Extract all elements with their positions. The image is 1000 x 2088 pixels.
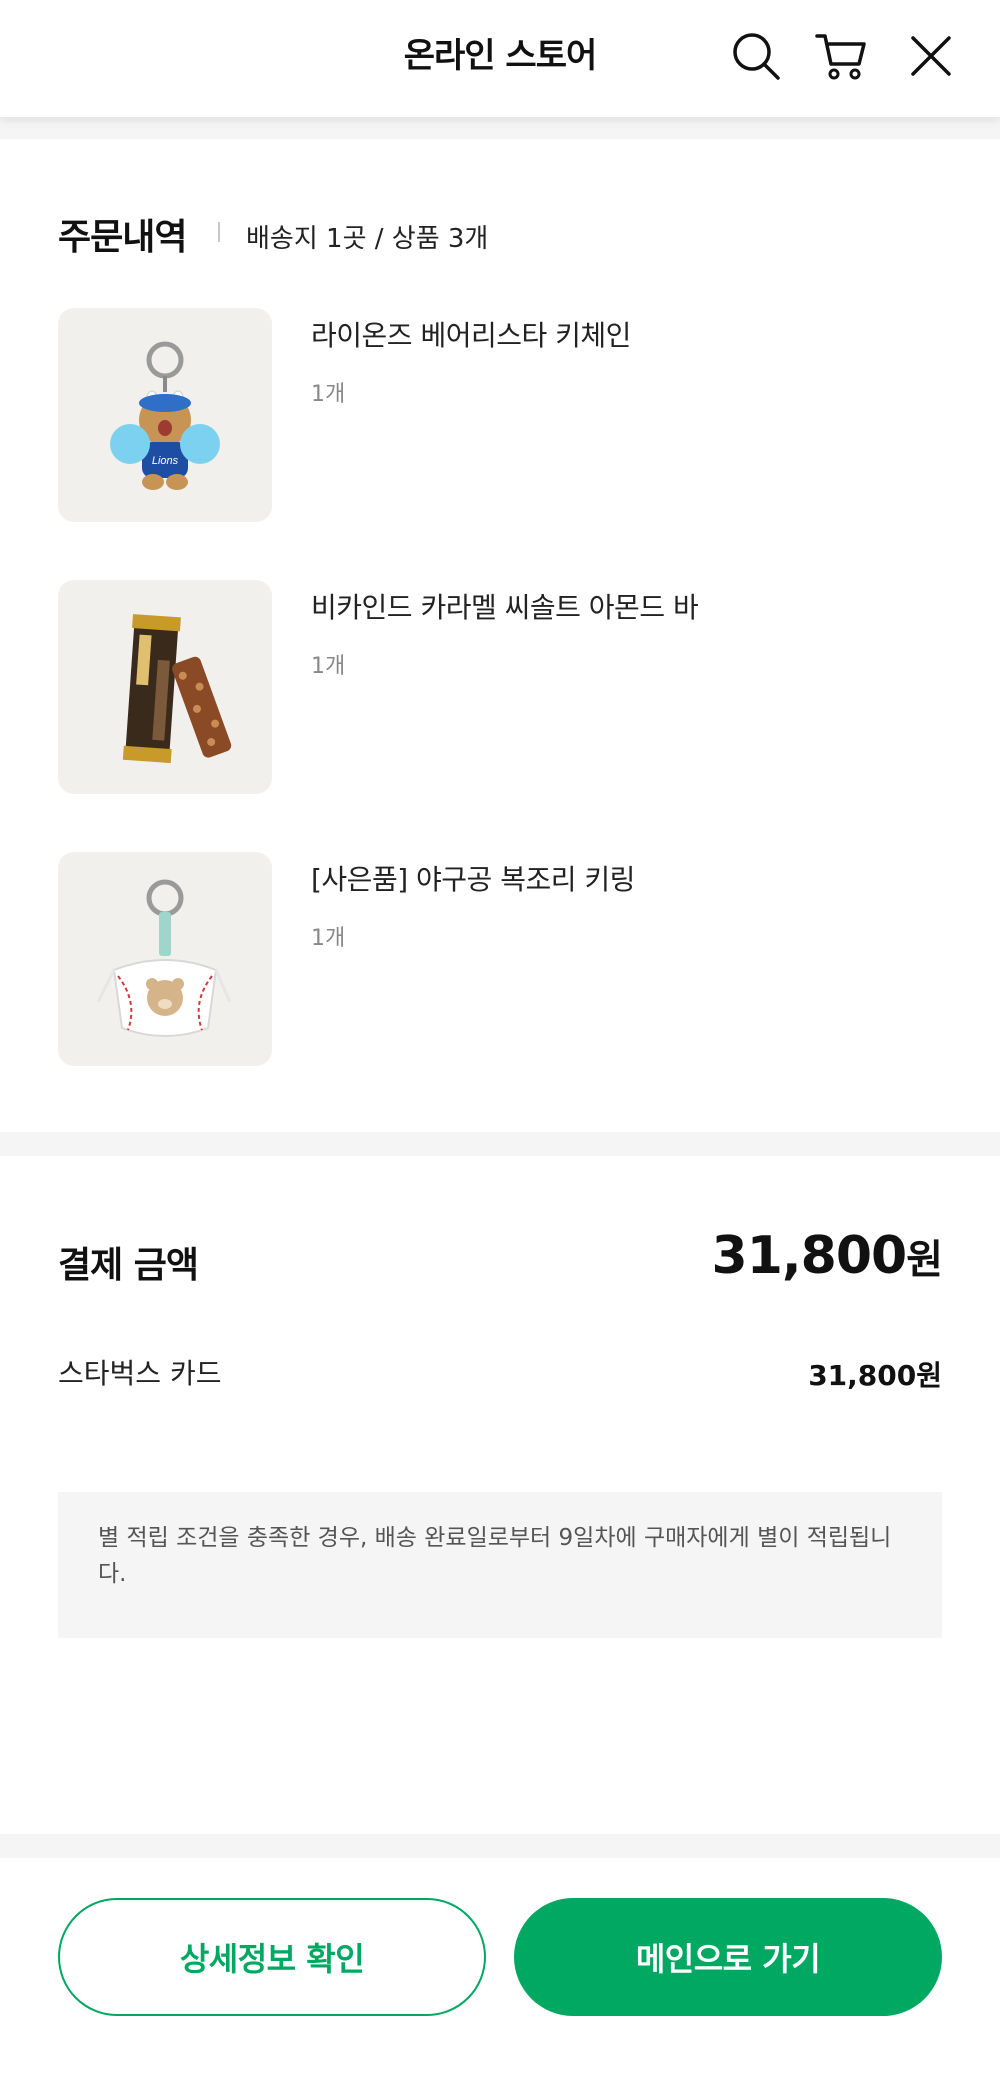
item-quantity: 1개 <box>311 382 346 407</box>
item-quantity: 1개 <box>311 654 346 679</box>
payment-total-amount: 31,800 <box>711 1226 908 1286</box>
payment-method-amount: 31,800원 <box>808 1359 942 1392</box>
baseball-pouch-keyring-image <box>58 852 272 1066</box>
view-details-button[interactable]: 상세정보 확인 <box>58 1898 486 2016</box>
payment-total-unit: 원 <box>906 1237 943 1283</box>
app-header: 온라인 스토어 <box>0 0 1000 117</box>
search-icon[interactable] <box>730 30 782 82</box>
section-divider <box>0 1834 1000 1858</box>
svg-text:Lions: Lions <box>152 455 179 467</box>
bear-keychain-image: Lions <box>58 308 272 522</box>
section-divider <box>0 1132 1000 1156</box>
order-item[interactable]: [사은품] 야구공 복조리 키링 1개 <box>58 852 958 1066</box>
order-summary-meta: 배송지 1곳 / 상품 3개 <box>246 224 489 254</box>
item-name: 라이온즈 베어리스타 키체인 <box>311 319 631 352</box>
item-quantity: 1개 <box>311 926 346 951</box>
title-divider <box>218 222 220 242</box>
star-reward-notice: 별 적립 조건을 충족한 경우, 배송 완료일로부터 9일차에 구매자에게 별이… <box>58 1492 942 1638</box>
close-icon[interactable] <box>905 30 957 82</box>
item-name: [사은품] 야구공 복조리 키링 <box>311 863 635 896</box>
almond-bar-image <box>58 580 272 794</box>
payment-method-label: 스타벅스 카드 <box>58 1357 222 1390</box>
cart-icon[interactable] <box>815 30 867 82</box>
go-to-main-button[interactable]: 메인으로 가기 <box>514 1898 942 2016</box>
order-item[interactable]: Lions 라이온즈 베어리스타 키체인 1개 <box>58 308 958 522</box>
order-item[interactable]: 비카인드 카라멜 씨솔트 아몬드 바 1개 <box>58 580 958 794</box>
payment-title: 결제 금액 <box>58 1245 199 1286</box>
item-name: 비카인드 카라멜 씨솔트 아몬드 바 <box>311 591 699 624</box>
order-section-title: 주문내역 <box>58 217 187 258</box>
payment-total: 31,800원 <box>711 1226 943 1286</box>
section-divider <box>0 117 1000 139</box>
